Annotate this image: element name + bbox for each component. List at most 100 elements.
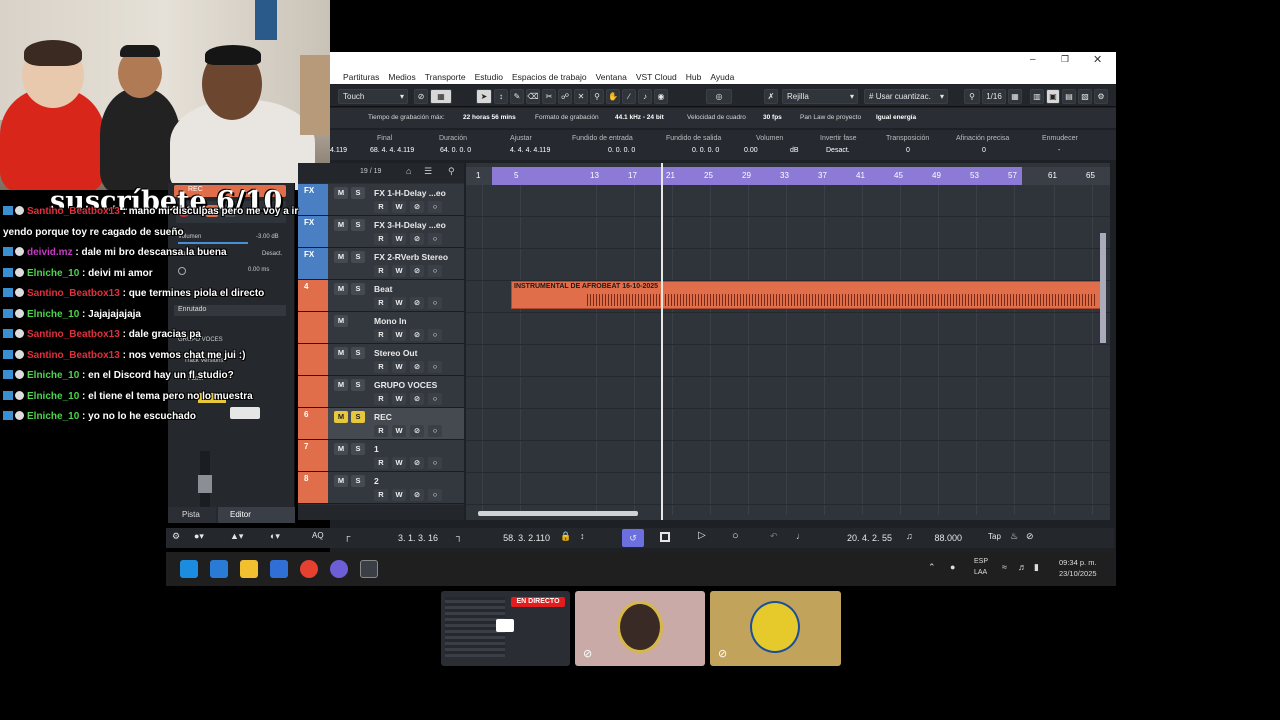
cycle-button[interactable]: ↺ <box>622 529 644 547</box>
range-tool-icon[interactable]: ↕ <box>494 89 508 104</box>
marker-icon[interactable]: ♨ <box>1010 531 1018 542</box>
mute-button[interactable]: M <box>334 251 348 263</box>
right-locator-value[interactable]: 58. 3. 2.110 <box>478 531 550 545</box>
chevron-up-icon[interactable]: ⌃ <box>928 562 936 573</box>
tab-editor[interactable]: Editor <box>218 507 295 523</box>
read-button[interactable]: R <box>374 201 388 213</box>
track-row[interactable]: 8 M S 2 R W ⊘ ○ <box>298 472 464 504</box>
snap-type-icon[interactable]: ✗ <box>764 89 778 104</box>
mute-button[interactable]: M <box>334 379 348 391</box>
menu-hub[interactable]: Hub <box>686 72 702 82</box>
write-button[interactable]: W <box>392 393 406 405</box>
cubase-taskbar-icon[interactable] <box>360 560 378 578</box>
pointer-tool-icon[interactable]: ➤ <box>476 89 492 104</box>
track-name[interactable]: FX 1-H-Delay ...eo <box>374 188 446 198</box>
microphone-icon[interactable]: ● <box>950 562 955 572</box>
edit-button[interactable]: ⊘ <box>410 425 424 437</box>
fps-value[interactable]: 30 fps <box>763 114 782 121</box>
solo-button[interactable]: S <box>351 379 365 391</box>
value-transpose[interactable]: 0 <box>906 147 910 154</box>
solo-button[interactable]: S <box>351 411 365 423</box>
value-fine-tune[interactable]: 0 <box>982 147 986 154</box>
menu-transporte[interactable]: Transporte <box>425 72 466 82</box>
line-tool-icon[interactable]: ∕ <box>622 89 636 104</box>
glue-tool-icon[interactable]: ☍ <box>558 89 572 104</box>
tempo-value[interactable]: 88.000 <box>922 531 962 545</box>
ruler[interactable]: 1 5 13 17 21 25 29 33 37 41 45 49 53 57 61 65 <box>466 167 1110 185</box>
write-button[interactable]: W <box>392 265 406 277</box>
monitor-button[interactable]: ○ <box>428 233 442 245</box>
read-button[interactable]: R <box>374 489 388 501</box>
monitor-button[interactable]: ○ <box>428 425 442 437</box>
tile-participant-2[interactable]: ⊘ <box>710 591 841 666</box>
keyboard-icon[interactable]: ▦ <box>1008 89 1022 104</box>
time-format-icon[interactable]: ♩ <box>796 531 805 541</box>
value-duration[interactable]: 64. 0. 0. 0 <box>440 147 471 154</box>
pan-law-value[interactable]: Igual energía <box>876 114 916 121</box>
value-mute[interactable]: - <box>1058 147 1060 154</box>
chat-username[interactable]: Santino_Beatbox13 <box>27 329 120 340</box>
windows-start-icon[interactable] <box>180 560 198 578</box>
write-button[interactable]: W <box>392 297 406 309</box>
stop-button[interactable] <box>660 532 670 542</box>
chat-username[interactable]: Elniche_10 <box>27 370 79 381</box>
pencil-tool-icon[interactable]: ✎ <box>510 89 524 104</box>
write-button[interactable]: W <box>392 233 406 245</box>
track-name[interactable]: Mono In <box>374 316 407 326</box>
write-button[interactable]: W <box>392 457 406 469</box>
pre-roll-icon[interactable]: ↶ <box>770 531 778 542</box>
project-window[interactable]: 1 5 13 17 21 25 29 33 37 41 45 49 53 57 61 65 INSTRUMEN… <box>466 163 1110 520</box>
click-icon[interactable]: ◐▾ <box>270 531 280 542</box>
restore-icon[interactable]: ❐ <box>1061 54 1069 65</box>
monitor-button[interactable]: ○ <box>428 297 442 309</box>
store-icon[interactable] <box>270 560 288 578</box>
zoom-tool-icon[interactable]: ⚲ <box>590 89 604 104</box>
monitor-button[interactable]: ○ <box>428 265 442 277</box>
discord-icon[interactable] <box>330 560 348 578</box>
monitor-button[interactable]: ○ <box>428 489 442 501</box>
track-name[interactable]: Stereo Out <box>374 348 417 358</box>
menu-partituras[interactable]: Partituras <box>343 72 379 82</box>
right-locator-icon[interactable]: ┐ <box>456 531 462 541</box>
monitor-button[interactable]: ○ <box>428 393 442 405</box>
record-mode-icon[interactable]: ●▾ <box>194 531 204 542</box>
record-button[interactable]: ○ <box>732 530 739 542</box>
mute-tool-icon[interactable]: ✕ <box>574 89 588 104</box>
clock-time[interactable]: 09:34 p. m. <box>1059 558 1097 567</box>
right-zone-icon[interactable]: ▧ <box>1078 89 1092 104</box>
tab-track[interactable]: Pista <box>168 507 216 523</box>
play-button[interactable]: ▷ <box>698 530 706 541</box>
tile-participant-1[interactable]: ⊘ <box>575 591 705 666</box>
close-icon[interactable]: ✕ <box>1093 53 1102 66</box>
write-button[interactable]: W <box>392 201 406 213</box>
menu-estudio[interactable]: Estudio <box>475 72 503 82</box>
home-icon[interactable]: ⌂ <box>406 166 411 176</box>
track-name[interactable]: FX 3-H-Delay ...eo <box>374 220 446 230</box>
read-button[interactable]: R <box>374 329 388 341</box>
value-invert-phase[interactable]: Desact. <box>826 147 850 154</box>
edit-button[interactable]: ⊘ <box>410 201 424 213</box>
read-button[interactable]: R <box>374 425 388 437</box>
value-start[interactable]: 4.119 <box>330 147 347 154</box>
mute-button[interactable]: M <box>334 475 348 487</box>
tempo-track-icon[interactable]: ♫ <box>906 531 913 541</box>
read-button[interactable]: R <box>374 457 388 469</box>
minimize-icon[interactable]: – <box>1030 54 1036 65</box>
track-name[interactable]: GRUPO VOCES <box>374 380 437 390</box>
chat-username[interactable]: Santino_Beatbox13 <box>27 350 120 361</box>
horizontal-scrollbar[interactable] <box>478 511 638 516</box>
write-button[interactable]: W <box>392 489 406 501</box>
settings-icon[interactable]: ⚙ <box>172 531 180 542</box>
quantize-select[interactable]: # Usar cuantizac. ▾ <box>864 89 948 104</box>
chat-username[interactable]: deivid.mz <box>27 247 73 258</box>
mute-button[interactable]: M <box>334 283 348 295</box>
solo-button[interactable]: S <box>351 347 365 359</box>
lock-icon[interactable]: 🔒 <box>560 531 571 542</box>
automation-mode-select[interactable]: Touch ▾ <box>338 89 408 104</box>
monitor-button[interactable]: ○ <box>428 457 442 469</box>
read-button[interactable]: R <box>374 233 388 245</box>
edit-button[interactable]: ⊘ <box>410 233 424 245</box>
write-button[interactable]: W <box>392 329 406 341</box>
chat-username[interactable]: Santino_Beatbox13 <box>27 288 120 299</box>
volume-icon[interactable]: ♬ <box>1018 562 1027 572</box>
